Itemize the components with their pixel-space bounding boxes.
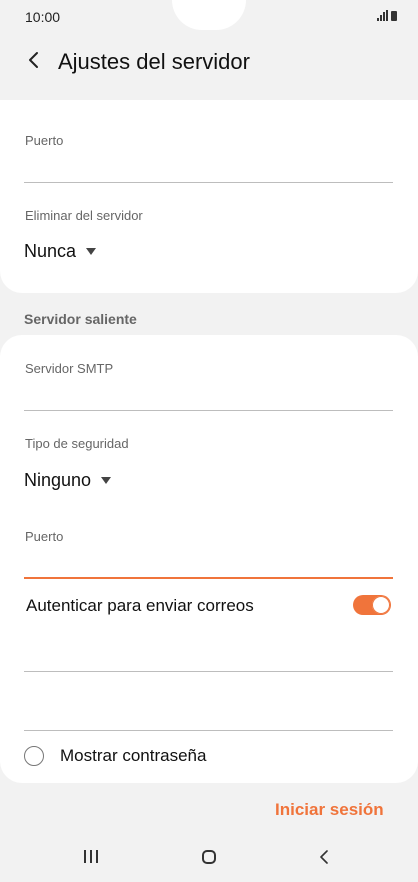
page-title: Ajustes del servidor [58,49,250,74]
recent-apps-icon[interactable] [84,850,98,863]
signal-icon [377,10,388,21]
navigation-bar [0,830,418,882]
security-type-dropdown[interactable]: Ninguno [24,470,112,491]
username-field[interactable] [24,671,393,672]
outgoing-settings-card [0,335,418,783]
caret-down-icon [101,477,112,484]
sign-in-button[interactable]: Iniciar sesión [275,800,384,820]
delete-from-server-value: Nunca [24,241,77,261]
system-icons [377,10,397,21]
incoming-port-label: Puerto [25,133,64,148]
show-password-checkbox[interactable] [24,746,44,766]
toggle-knob [372,596,390,614]
outgoing-section-label: Servidor saliente [24,311,137,327]
battery-icon [391,11,397,21]
incoming-port-field[interactable] [24,182,393,183]
smtp-server-label: Servidor SMTP [25,361,114,376]
incoming-settings-card [0,100,418,293]
password-field[interactable] [24,730,393,731]
caret-down-icon [86,248,97,255]
delete-from-server-dropdown[interactable]: Nunca [24,241,97,262]
status-time: 10:00 [25,9,61,25]
delete-from-server-label: Eliminar del servidor [25,208,143,223]
auth-send-label: Autenticar para enviar correos [26,596,254,615]
smtp-server-field[interactable] [24,410,393,411]
home-icon[interactable] [202,850,216,864]
app-bar: Ajustes del servidor [0,36,418,96]
security-type-label: Tipo de seguridad [25,436,129,451]
back-arrow-icon[interactable] [22,48,46,72]
auth-send-toggle[interactable] [353,595,391,615]
show-password-label: Mostrar contraseña [60,746,207,765]
outgoing-port-field[interactable] [24,577,393,579]
status-bar: 10:00 [0,0,418,36]
camera-notch [172,0,246,30]
nav-back-icon[interactable] [318,850,332,864]
outgoing-port-label: Puerto [25,529,64,544]
security-type-value: Ninguno [24,470,92,490]
